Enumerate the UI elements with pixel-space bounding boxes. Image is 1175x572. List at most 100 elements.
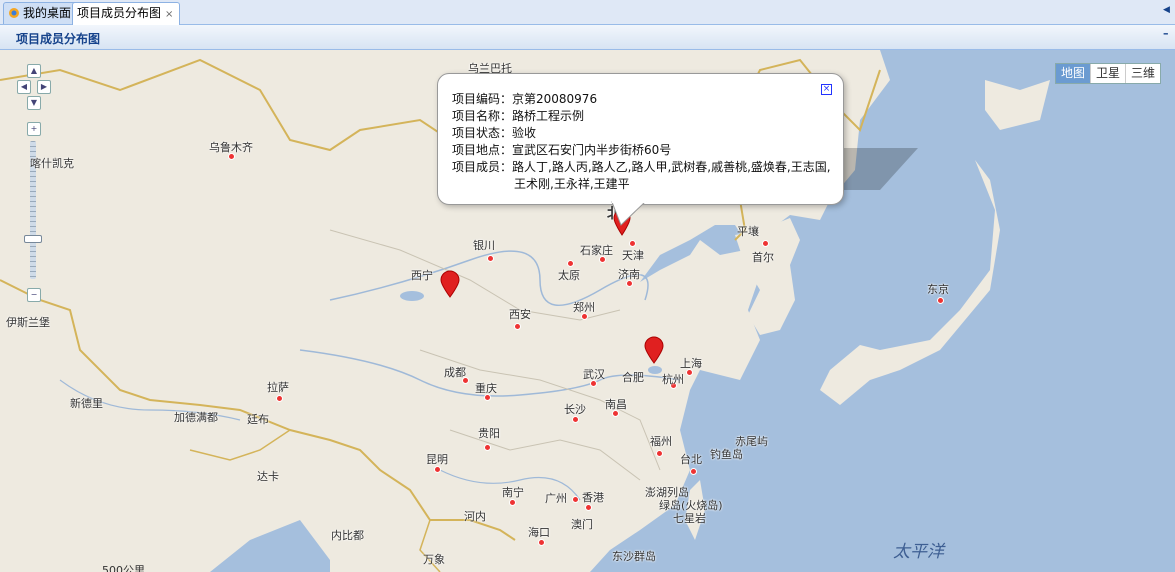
popup-row: 项目成员：路人丁,路人丙,路人乙,路人甲,武树春,戚善桃,盛焕春,王志国,: [452, 158, 831, 175]
city-label: 澳门: [571, 518, 593, 531]
city-label: 成都: [444, 366, 466, 379]
city-label: 乌鲁木齐: [209, 141, 253, 154]
popup-row: 项目地点：宣武区石安门内半步街桥60号: [452, 141, 671, 158]
city-dot: [434, 466, 441, 473]
city-label: 海口: [528, 526, 550, 539]
city-dot: [276, 395, 283, 402]
home-icon: [8, 5, 20, 18]
popup-value: 验收: [512, 126, 537, 140]
city-label: 重庆: [475, 382, 497, 395]
city-dot: [762, 240, 769, 247]
city-label: 内比都: [331, 529, 364, 542]
city-dot: [538, 539, 545, 546]
popup-close-icon[interactable]: ×: [821, 84, 832, 95]
city-dot: [572, 416, 579, 423]
city-label: 广州: [545, 492, 567, 505]
collapse-icon[interactable]: –: [1163, 28, 1172, 39]
map-type-3d[interactable]: 三维: [1124, 64, 1160, 83]
popup-key: 项目编码：: [452, 92, 513, 106]
city-label: 天津: [622, 249, 644, 262]
tab-my-desktop[interactable]: 我的桌面: [3, 2, 79, 24]
zoom-out-icon[interactable]: −: [27, 288, 41, 302]
city-label: 首尔: [752, 251, 774, 264]
city-dot: [937, 297, 944, 304]
city-dot: [484, 444, 491, 451]
city-dot: [656, 450, 663, 457]
city-label: 香港: [582, 491, 604, 504]
city-label: 钓鱼岛: [710, 448, 743, 461]
city-label: 万象: [423, 553, 445, 566]
city-dot: [509, 499, 516, 506]
city-label: 河内: [464, 510, 486, 523]
popup-value: 路人丁,路人丙,路人乙,路人甲,武树春,戚善桃,盛焕春,王志国,: [512, 160, 831, 174]
city-label: 福州: [650, 435, 672, 448]
city-label: 长沙: [564, 403, 586, 416]
city-dot: [572, 496, 579, 503]
tab-scroll-icon[interactable]: ◀: [1163, 5, 1173, 17]
tab-label: 我的桌面: [23, 6, 72, 20]
city-label: 七星岩: [673, 512, 706, 525]
pan-up-icon[interactable]: ▲: [27, 64, 41, 78]
city-label: 济南: [618, 268, 640, 281]
city-label: 南昌: [605, 398, 627, 411]
city-label: 武汉: [583, 368, 605, 381]
scale-label: 500公里: [102, 564, 145, 572]
zoom-in-icon[interactable]: +: [27, 122, 41, 136]
popup-value: 宣武区石安门内半步街桥60号: [512, 143, 672, 157]
city-label: 喀什凯克: [30, 157, 74, 170]
city-dot: [690, 468, 697, 475]
city-label: 郑州: [573, 301, 595, 314]
map-type-switch: 地图 卫星 三维: [1054, 63, 1161, 84]
city-label: 石家庄: [580, 244, 613, 257]
tab-bar: 我的桌面 项目成员分布图 × ◀: [0, 0, 1175, 25]
city-label: 拉萨: [267, 381, 289, 394]
city-dot: [629, 240, 636, 247]
popup-row: 项目名称：路桥工程示例: [452, 107, 584, 124]
city-dot: [585, 504, 592, 511]
city-label: 银川: [473, 239, 495, 252]
pan-left-icon[interactable]: ◀: [17, 80, 31, 94]
popup-value: 路桥工程示例: [512, 109, 585, 123]
map-type-map[interactable]: 地图: [1055, 64, 1090, 83]
city-label: 加德满都: [174, 411, 218, 424]
city-label: 新德里: [70, 397, 103, 410]
pan-down-icon[interactable]: ▼: [27, 96, 41, 110]
map-canvas[interactable]: ▲ ◀ ▶ ▼ + − 地图 卫星 三维 乌兰巴托 乌鲁木齐 喀什凯克 银川 石…: [0, 50, 1175, 572]
city-label: 西宁: [411, 269, 433, 282]
city-label: 太原: [558, 269, 580, 282]
ocean-label: 太平洋: [893, 542, 944, 562]
popup-value: 京第20080976: [512, 92, 598, 106]
panel-header: 项目成员分布图 –: [0, 25, 1175, 50]
city-label: 南宁: [502, 486, 524, 499]
panel-title: 项目成员分布图: [16, 32, 101, 46]
city-label: 达卡: [257, 470, 279, 483]
city-dot: [487, 255, 494, 262]
popup-key: 项目状态：: [452, 126, 513, 140]
tab-member-map[interactable]: 项目成员分布图 ×: [72, 2, 181, 25]
pan-right-icon[interactable]: ▶: [37, 80, 51, 94]
city-dot: [514, 323, 521, 330]
popup-key: 项目地点：: [452, 143, 513, 157]
city-dot: [567, 260, 574, 267]
popup-key: 项目名称：: [452, 109, 513, 123]
map-type-satellite[interactable]: 卫星: [1089, 64, 1125, 83]
city-label: 台北: [680, 453, 702, 466]
city-label: 合肥: [622, 371, 644, 384]
city-label: 昆明: [426, 453, 448, 466]
popup-key: 项目成员：: [452, 160, 513, 174]
city-label: 伊斯兰堡: [6, 316, 50, 329]
popup-value-continued: 王术刚,王永祥,王建平: [514, 177, 630, 191]
city-label: 平壤: [737, 225, 759, 238]
city-label: 廷布: [247, 413, 269, 426]
city-label: 杭州: [662, 373, 684, 386]
info-popup: × 项目编码：京第20080976 项目名称：路桥工程示例 项目状态：验收 项目…: [437, 73, 844, 205]
tab-label: 项目成员分布图: [77, 6, 162, 20]
city-label: 西安: [509, 308, 531, 321]
close-icon[interactable]: ×: [165, 9, 173, 20]
city-label: 上海: [680, 357, 702, 370]
city-label: 东京: [927, 283, 949, 296]
popup-row: 项目编码：京第20080976: [452, 90, 597, 107]
popup-row: 项目状态：验收: [452, 124, 536, 141]
zoom-slider-thumb[interactable]: [24, 235, 42, 243]
city-label: 贵阳: [478, 427, 500, 440]
